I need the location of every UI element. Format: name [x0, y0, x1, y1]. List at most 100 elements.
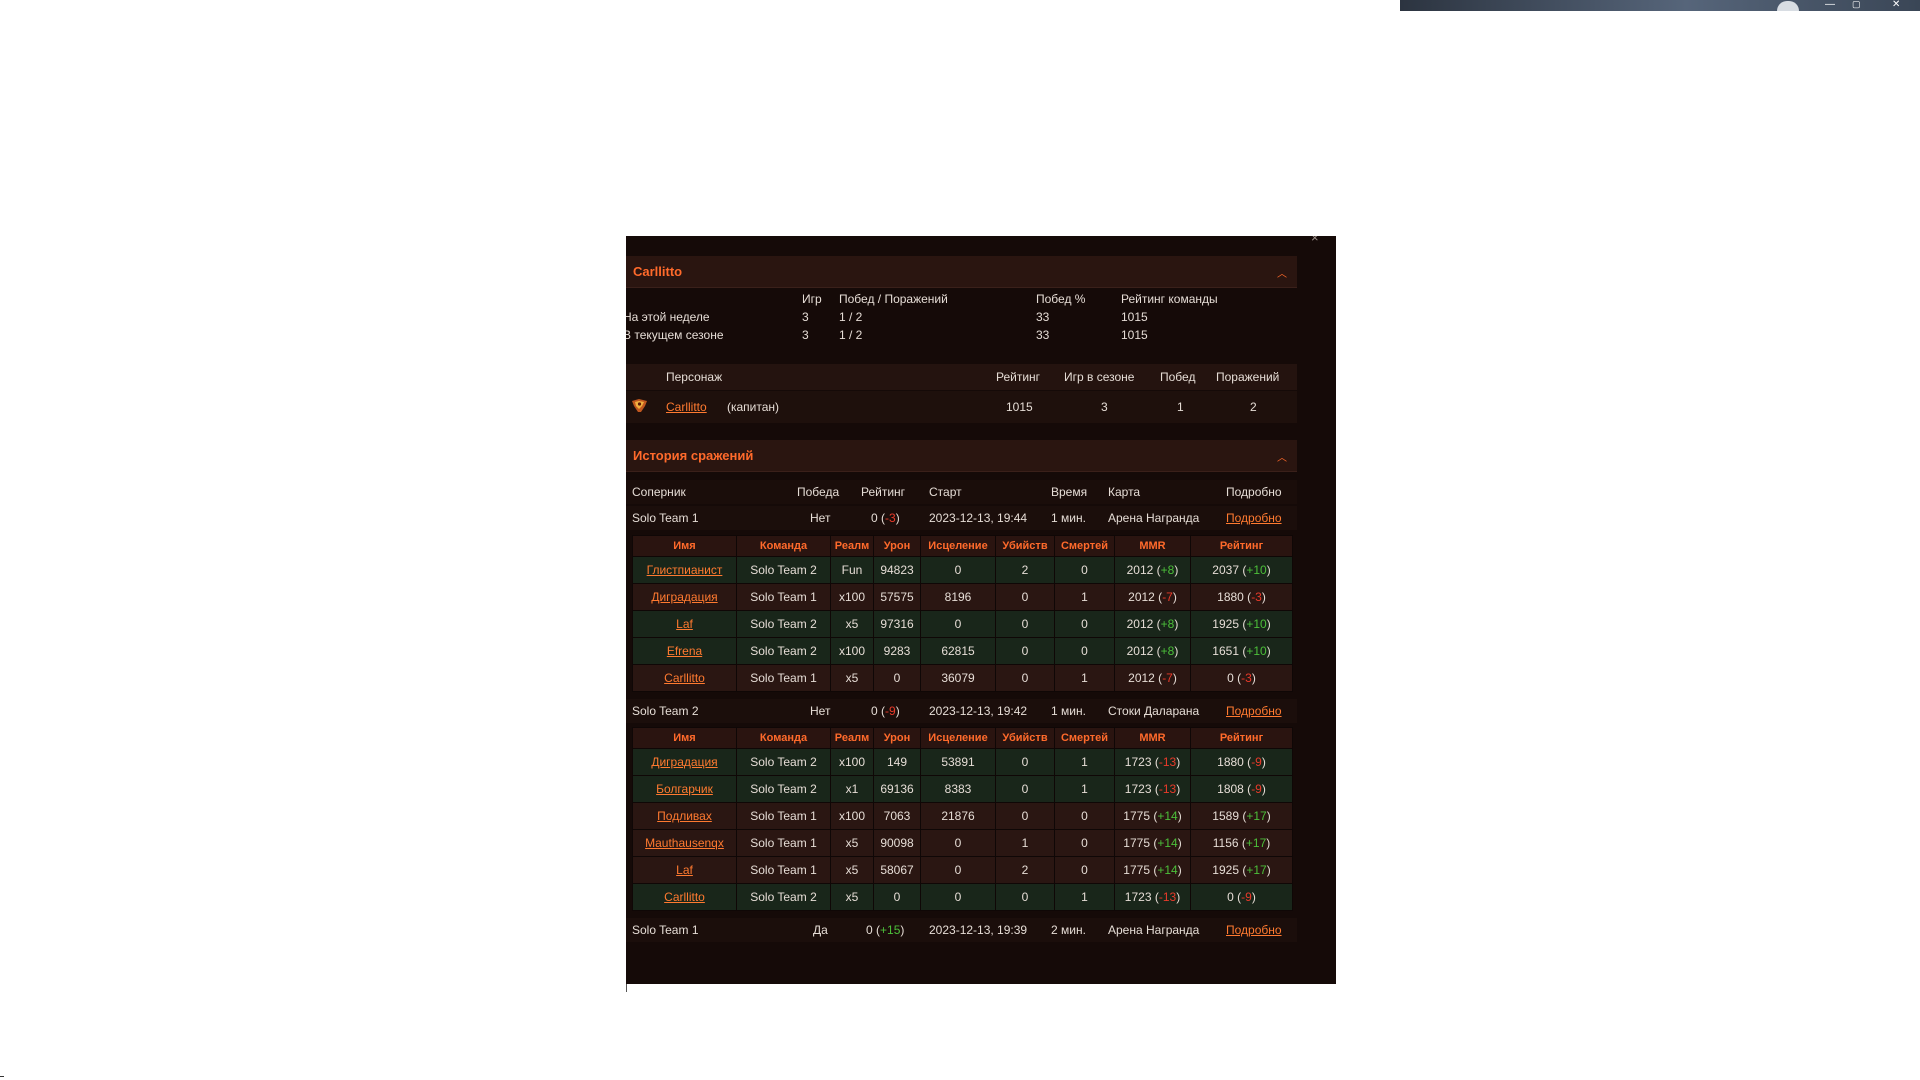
player-realm: x5 — [830, 610, 874, 638]
summary-season-label: В текущем сезоне — [626, 328, 724, 342]
summary-header-games: Игр — [802, 292, 822, 306]
detail-header-cell: Смертей — [1054, 535, 1115, 557]
match-start: 2023-12-13, 19:39 — [929, 923, 1028, 937]
player-rating: 1156 (+17) — [1190, 829, 1293, 857]
player-mmr: 1775 (+14) — [1114, 829, 1191, 857]
user-avatar-icon[interactable] — [1777, 1, 1799, 11]
chevron-up-icon[interactable]: ︿ — [1277, 265, 1287, 280]
text-cursor — [626, 984, 627, 992]
player-team: Solo Team 2 — [736, 775, 831, 803]
player-row: Laf Solo Team 1 x5 58067 0 2 0 1775 (+14) 1925 (… — [632, 856, 1293, 884]
match-details-link[interactable]: Подробно — [1226, 704, 1282, 718]
dialog-close-icon[interactable]: × — [1311, 236, 1319, 245]
player-kills: 0 — [995, 748, 1055, 776]
player-rating-value: 0 — [1227, 890, 1234, 904]
player-heal: 8196 — [920, 583, 996, 611]
character-name-link[interactable]: Carllitto — [666, 400, 707, 414]
summary-week-wl: 1 / 2 — [839, 310, 863, 324]
player-damage: 97316 — [873, 610, 921, 638]
col-map: Карта — [1108, 485, 1141, 499]
player-rating-value: 1880 — [1217, 590, 1244, 604]
match-details-link[interactable]: Подробно — [1226, 923, 1282, 937]
player-rating: 0 (-3) — [1190, 664, 1293, 692]
player-rating-value: 2037 — [1212, 563, 1239, 577]
player-rating-value: 1808 — [1217, 782, 1244, 796]
summary-week-label: На этой неделе — [626, 310, 710, 324]
history-section-header[interactable]: История сражений ︿ — [626, 440, 1297, 472]
player-deaths: 0 — [1054, 829, 1115, 857]
summary-season-wl: 1 / 2 — [839, 328, 863, 342]
player-row: Подливах Solo Team 1 x100 7063 21876 0 0 1775 (… — [632, 802, 1293, 830]
player-realm: x100 — [830, 583, 874, 611]
player-name-link[interactable]: Laf — [676, 617, 693, 631]
player-damage: 7063 — [873, 802, 921, 830]
character-wins: 1 — [1177, 400, 1184, 414]
player-kills: 0 — [995, 883, 1055, 911]
player-realm: x5 — [830, 883, 874, 911]
minimize-icon[interactable]: — — [1825, 0, 1835, 11]
character-role: (капитан) — [727, 400, 780, 414]
player-realm: x5 — [830, 856, 874, 884]
player-mmr: 1723 (-13) — [1114, 748, 1191, 776]
player-name-link[interactable]: Глистпианист — [647, 563, 723, 577]
player-mmr-value: 2012 — [1126, 563, 1154, 577]
player-realm: x100 — [830, 748, 874, 776]
detail-header-cell: Рейтинг — [1190, 535, 1293, 557]
player-rating-value: 1925 — [1212, 617, 1239, 631]
player-name-link[interactable]: Диградация — [651, 755, 717, 769]
player-kills: 0 — [995, 802, 1055, 830]
player-name-link[interactable]: Efrena — [667, 644, 702, 658]
detail-header-cell: Убийств — [995, 727, 1055, 749]
player-name-link[interactable]: Подливах — [657, 809, 712, 823]
close-window-icon[interactable]: ✕ — [1892, 0, 1900, 11]
player-mmr: 2012 (+8) — [1114, 637, 1191, 665]
player-mmr-value: 1775 — [1123, 863, 1150, 877]
detail-header-cell: MMR — [1114, 535, 1191, 557]
player-rating: 1925 (+10) — [1190, 610, 1293, 638]
player-damage: 9283 — [873, 637, 921, 665]
player-deaths: 1 — [1054, 583, 1115, 611]
player-mmr-value: 2012 — [1126, 644, 1154, 658]
summary-header-pct: Побед % — [1036, 292, 1086, 306]
col-character: Персонаж — [666, 370, 723, 384]
match-map: Арена Награнда — [1108, 923, 1200, 937]
col-opponent: Соперник — [632, 485, 686, 499]
player-rating-value: 1925 — [1212, 863, 1239, 877]
player-damage: 58067 — [873, 856, 921, 884]
character-rating: 1015 — [1006, 400, 1033, 414]
delta-value: +10 — [1246, 617, 1267, 631]
match-map: Стоки Даларана — [1108, 704, 1200, 718]
player-realm: Fun — [830, 556, 874, 584]
detail-header-cell: Рейтинг — [1190, 727, 1293, 749]
player-row: Глистпианист Solo Team 2 Fun 94823 0 2 0 2012 (… — [632, 556, 1293, 584]
character-losses: 2 — [1250, 400, 1257, 414]
delta-value: -9 — [1251, 782, 1262, 796]
character-games: 3 — [1101, 400, 1108, 414]
history-columns: Соперник Победа Рейтинг Старт Время Карт… — [626, 480, 1297, 504]
delta-value: +14 — [1157, 809, 1178, 823]
chevron-up-icon[interactable]: ︿ — [1277, 449, 1287, 464]
delta-value: +17 — [1245, 836, 1267, 850]
player-mmr: 2012 (-7) — [1114, 583, 1191, 611]
player-team: Solo Team 1 — [736, 583, 831, 611]
player-name-link[interactable]: Carllitto — [664, 671, 705, 685]
player-realm: x1 — [830, 775, 874, 803]
profile-section-header[interactable]: Carllitto ︿ — [626, 256, 1297, 288]
col-details: Подробно — [1226, 485, 1282, 499]
player-damage: 0 — [873, 664, 921, 692]
player-name-link[interactable]: Laf — [676, 863, 693, 877]
player-realm: x100 — [830, 802, 874, 830]
match-details-link[interactable]: Подробно — [1226, 511, 1282, 525]
player-name-link[interactable]: Диградация — [651, 590, 717, 604]
player-team: Solo Team 1 — [736, 856, 831, 884]
player-name-link[interactable]: Болгарчик — [656, 782, 713, 796]
os-title-bar: — ▢ ✕ — [1400, 0, 1920, 11]
player-mmr: 2012 (+8) — [1114, 610, 1191, 638]
match-opponent: Solo Team 1 — [632, 923, 699, 937]
player-name-link[interactable]: Carllitto — [664, 890, 705, 904]
player-deaths: 0 — [1054, 610, 1115, 638]
player-damage: 57575 — [873, 583, 921, 611]
maximize-icon[interactable]: ▢ — [1852, 0, 1861, 11]
delta-value: -9 — [1241, 890, 1252, 904]
player-name-link[interactable]: Mauthausenqx — [645, 836, 724, 850]
